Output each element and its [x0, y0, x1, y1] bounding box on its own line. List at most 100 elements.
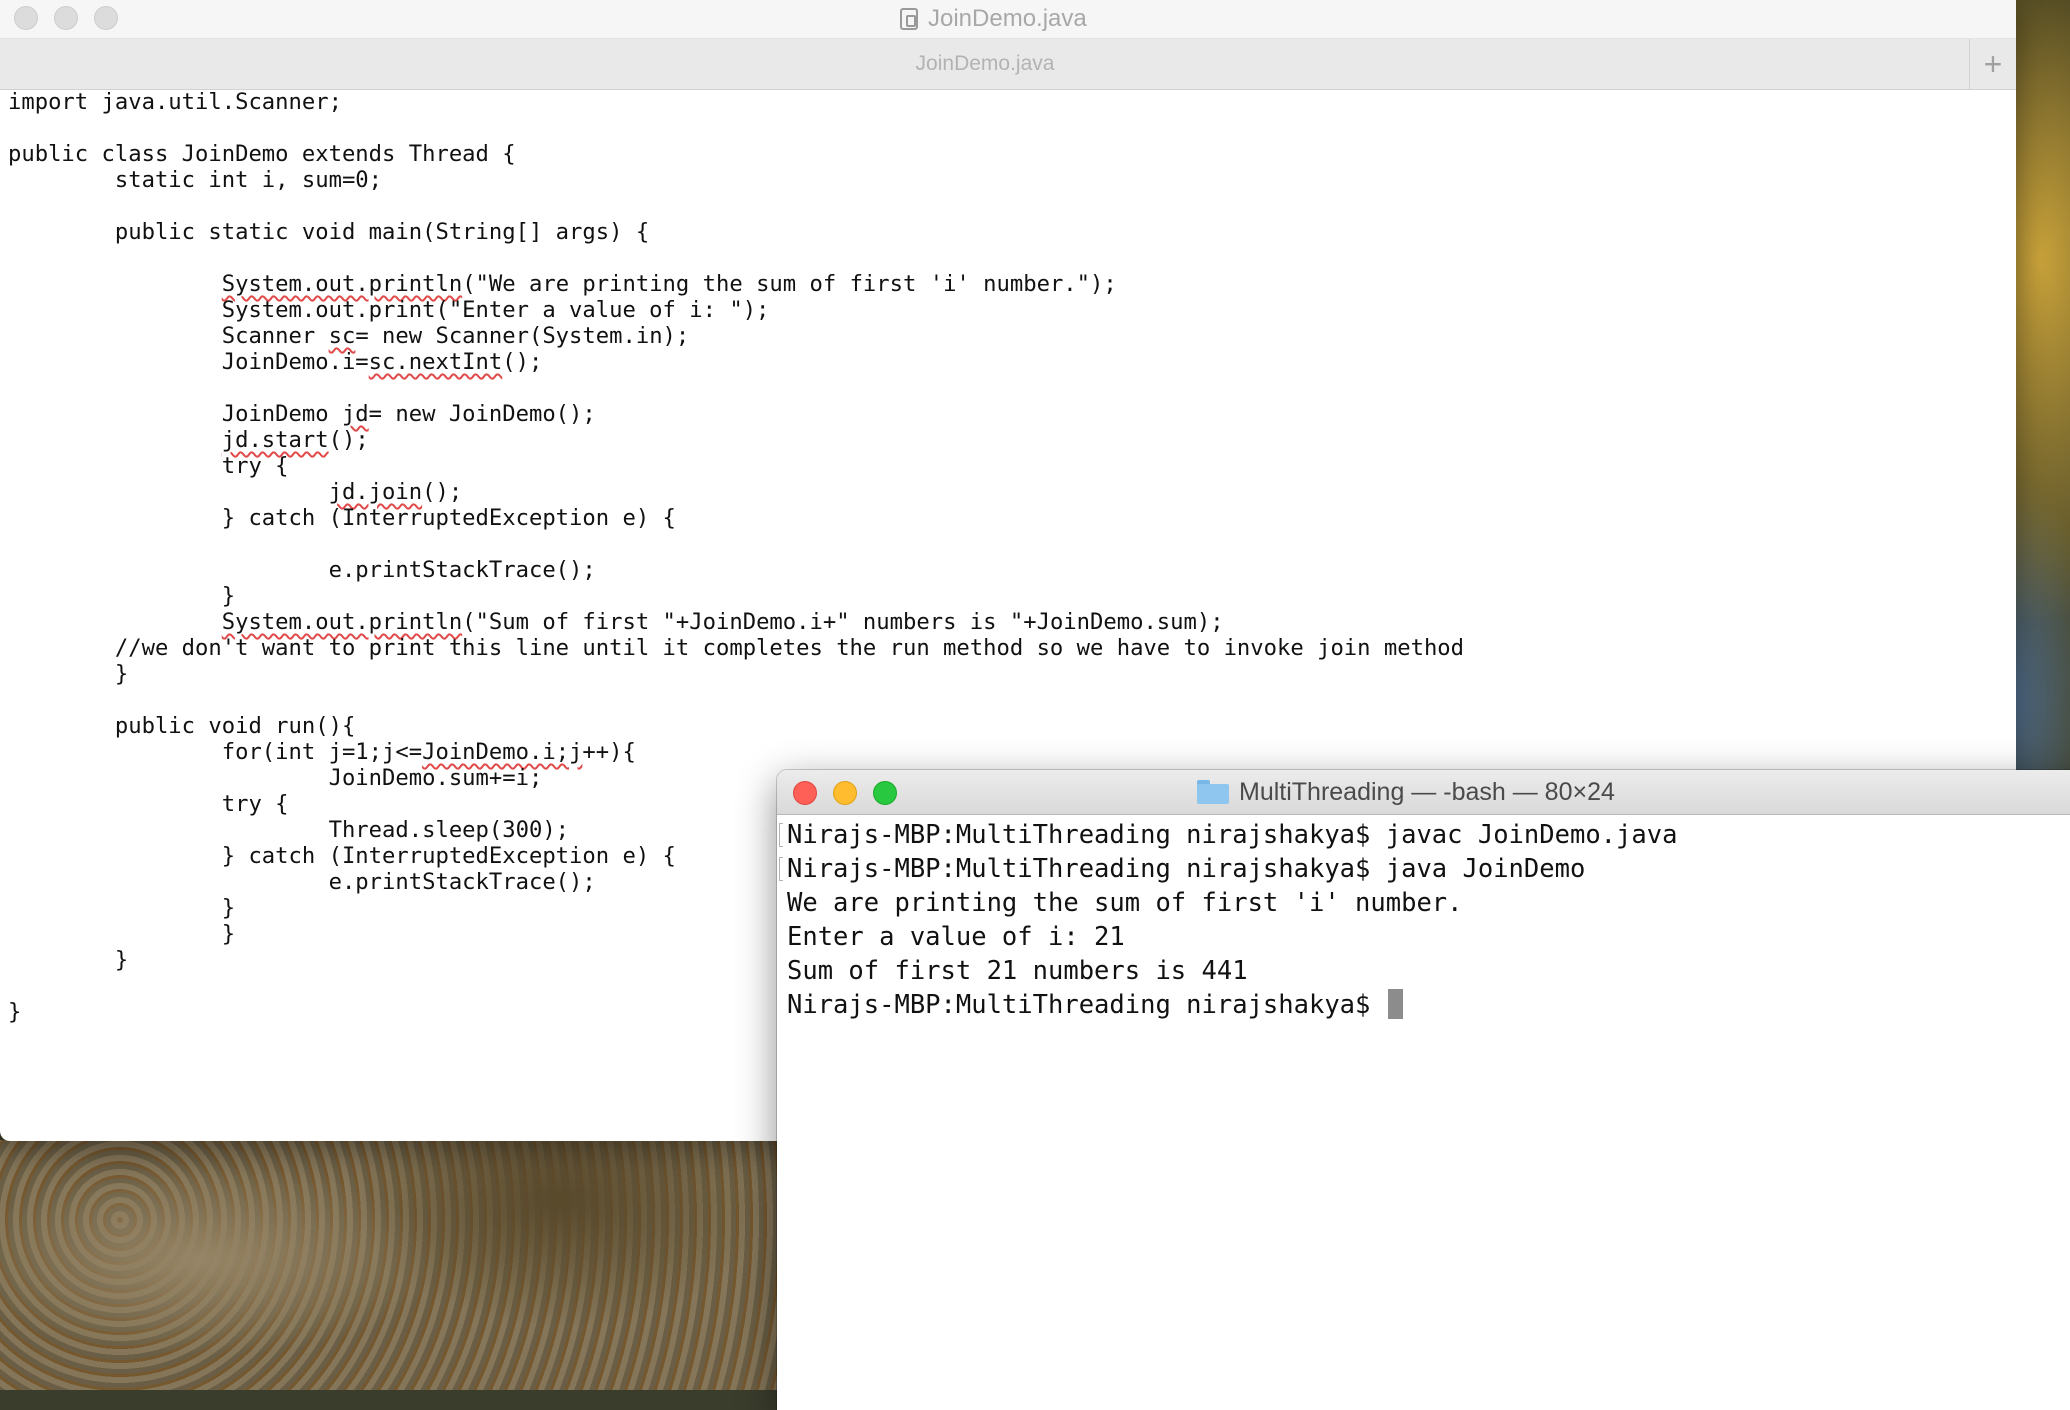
terminal-line-text: Nirajs-MBP:MultiThreading nirajshakya$ j…: [787, 820, 1678, 850]
code-text: //we don't want to print this line until…: [8, 635, 1465, 661]
code-text: public class JoinDemo extends Thread {: [8, 141, 516, 167]
terminal-output[interactable]: Nirajs-MBP:MultiThreading nirajshakya$ j…: [779, 818, 2070, 1022]
code-line: for(int j=1;j<=JoinDemo.i;j++){: [8, 739, 2016, 765]
code-text-flagged: JoinDemo.i;j: [422, 739, 583, 765]
code-text: try {: [8, 453, 289, 479]
code-text: JoinDemo.sum+=i;: [8, 765, 543, 791]
terminal-line-text: We are printing the sum of first 'i' num…: [787, 888, 1463, 918]
code-text: }: [8, 895, 236, 921]
code-line: public static void main(String[] args) {: [8, 219, 2016, 245]
code-line: System.out.println("Sum of first "+JoinD…: [8, 609, 2016, 635]
code-line: } catch (InterruptedException e) {: [8, 505, 2016, 531]
close-button[interactable]: [793, 781, 817, 805]
terminal-line-text: Nirajs-MBP:MultiThreading nirajshakya$ j…: [787, 854, 1586, 884]
terminal-line: Nirajs-MBP:MultiThreading nirajshakya$ j…: [779, 818, 2070, 852]
code-text: ++){: [582, 739, 636, 765]
code-text: static int i, sum=0;: [8, 167, 383, 193]
terminal-titlebar[interactable]: MultiThreading — -bash — 80×24: [777, 770, 2070, 815]
terminal-line: We are printing the sum of first 'i' num…: [787, 886, 2070, 920]
code-text: public static void main(String[] args) {: [8, 219, 650, 245]
code-line: public class JoinDemo extends Thread {: [8, 141, 2016, 167]
code-text-flagged: sc.nextInt: [368, 349, 503, 375]
terminal-line: Enter a value of i: 21: [787, 920, 2070, 954]
zoom-button[interactable]: [94, 6, 118, 30]
code-text: public void run(){: [8, 713, 356, 739]
code-line: e.printStackTrace();: [8, 557, 2016, 583]
editor-tab-bar: JoinDemo.java +: [0, 39, 2016, 90]
code-line: import java.util.Scanner;: [8, 89, 2016, 115]
editor-titlebar[interactable]: JoinDemo.java: [0, 0, 2016, 39]
code-text-flagged: jd.join: [328, 479, 423, 505]
code-line: }: [8, 583, 2016, 609]
code-text: }: [8, 999, 22, 1025]
terminal-line: Nirajs-MBP:MultiThreading nirajshakya$: [787, 988, 2070, 1022]
desktop-wallpaper-ground: [0, 1140, 780, 1390]
code-text: }: [8, 947, 129, 973]
terminal-window-title: MultiThreading — -bash — 80×24: [1197, 770, 1615, 814]
code-text-flagged: System.out.println: [221, 609, 463, 635]
document-icon: [900, 8, 918, 30]
code-text: import java.util.Scanner;: [8, 89, 342, 115]
code-text-flagged: jd.start: [221, 427, 329, 453]
terminal-line: Nirajs-MBP:MultiThreading nirajshakya$ j…: [779, 852, 2070, 886]
text-cursor: [1387, 989, 1403, 1019]
code-text: ("Sum of first "+JoinDemo.i+" numbers is…: [462, 609, 1224, 635]
zoom-button[interactable]: [873, 781, 897, 805]
terminal-window[interactable]: MultiThreading — -bash — 80×24 Nirajs-MB…: [777, 770, 2070, 1410]
terminal-line-text: Sum of first 21 numbers is 441: [787, 956, 1248, 986]
prompt-mark-icon: [779, 857, 783, 881]
code-text: JoinDemo.i=: [8, 349, 369, 375]
code-text: } catch (InterruptedException e) {: [8, 505, 676, 531]
code-text: ();: [502, 349, 543, 375]
code-text: = new Scanner(System.in);: [355, 323, 690, 349]
editor-title-text: JoinDemo.java: [928, 5, 1087, 32]
code-line: try {: [8, 453, 2016, 479]
new-tab-button[interactable]: +: [1969, 39, 2016, 89]
code-text: System.out.print("Enter a value of i: ")…: [8, 297, 770, 323]
terminal-title-text: MultiThreading — -bash — 80×24: [1239, 777, 1615, 806]
code-text-flagged: System.out.println: [221, 271, 463, 297]
code-line: //we don't want to print this line until…: [8, 635, 2016, 661]
terminal-line: Sum of first 21 numbers is 441: [787, 954, 2070, 988]
code-line: }: [8, 661, 2016, 687]
code-text: for(int j=1;j<=: [8, 739, 423, 765]
code-line: Scanner sc= new Scanner(System.in);: [8, 323, 2016, 349]
tab-joindemo[interactable]: JoinDemo.java: [0, 39, 1970, 89]
code-line: static int i, sum=0;: [8, 167, 2016, 193]
code-text: }: [8, 921, 236, 947]
code-text: Scanner: [8, 323, 329, 349]
folder-icon: [1197, 780, 1229, 804]
terminal-line-text: Nirajs-MBP:MultiThreading nirajshakya$: [787, 990, 1386, 1020]
prompt-mark-icon: [779, 823, 783, 847]
code-text: Thread.sleep(300);: [8, 817, 570, 843]
code-text: ();: [422, 479, 463, 505]
minimize-button[interactable]: [54, 6, 78, 30]
code-text: }: [8, 583, 236, 609]
close-button[interactable]: [14, 6, 38, 30]
code-line: jd.join();: [8, 479, 2016, 505]
code-text: } catch (InterruptedException e) {: [8, 843, 676, 869]
editor-window-title: JoinDemo.java: [900, 4, 1087, 34]
code-line: public void run(){: [8, 713, 2016, 739]
code-text-flagged: sc: [328, 323, 356, 349]
code-line: jd.start();: [8, 427, 2016, 453]
code-line: JoinDemo jd= new JoinDemo();: [8, 401, 2016, 427]
minimize-button[interactable]: [833, 781, 857, 805]
code-text: }: [8, 661, 129, 687]
code-text: e.printStackTrace();: [8, 557, 596, 583]
code-text: try {: [8, 791, 289, 817]
code-line: System.out.print("Enter a value of i: ")…: [8, 297, 2016, 323]
code-text: e.printStackTrace();: [8, 869, 596, 895]
code-text-flagged: jd: [341, 401, 369, 427]
code-line: JoinDemo.i=sc.nextInt();: [8, 349, 2016, 375]
code-text: ("We are printing the sum of first 'i' n…: [462, 271, 1117, 297]
terminal-line-text: Enter a value of i: 21: [787, 922, 1125, 952]
